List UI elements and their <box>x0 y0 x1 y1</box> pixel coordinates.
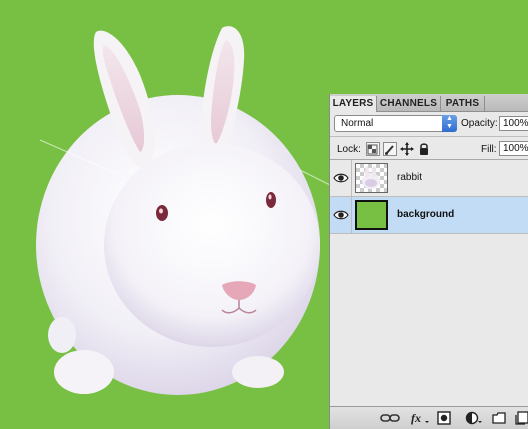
layers-panel: LAYERS CHANNELS PATHS Normal ▲ ▼ Opacity:… <box>329 94 528 429</box>
panel-tab-bar: LAYERS CHANNELS PATHS <box>330 94 528 112</box>
layer-style-fx-icon[interactable]: fx <box>410 411 430 425</box>
opacity-label: Opacity: <box>461 118 498 129</box>
dropdown-updown-arrows-icon: ▲ ▼ <box>442 115 457 132</box>
link-layers-icon[interactable] <box>380 411 400 425</box>
fill-label: Fill: <box>481 144 497 155</box>
new-group-icon[interactable] <box>492 411 506 425</box>
lock-label: Lock: <box>337 144 361 155</box>
adjustment-layer-icon[interactable] <box>465 411 483 425</box>
opacity-field[interactable]: 100% <box>499 116 528 131</box>
visibility-toggle[interactable] <box>330 197 352 233</box>
layers-panel-footer: fx <box>330 406 528 429</box>
rabbit-image <box>36 26 331 395</box>
svg-text:fx: fx <box>411 411 421 425</box>
layer-row-rabbit[interactable]: rabbit <box>330 160 528 197</box>
panel-divider <box>330 136 528 137</box>
lock-all-icon[interactable] <box>417 142 431 156</box>
lock-transparent-pixels-icon[interactable] <box>366 142 380 156</box>
layer-thumbnail-rabbit <box>355 163 388 193</box>
lock-image-pixels-icon[interactable] <box>383 142 397 156</box>
eye-icon <box>333 173 349 183</box>
eye-icon <box>333 210 349 220</box>
tab-layers[interactable]: LAYERS <box>330 96 377 112</box>
layer-thumbnail-background <box>355 200 388 230</box>
tab-channels[interactable]: CHANNELS <box>377 96 441 111</box>
layer-name-background: background <box>397 209 455 220</box>
new-layer-icon[interactable] <box>515 411 528 425</box>
blend-mode-value: Normal <box>341 118 374 129</box>
layer-name-rabbit: rabbit <box>397 172 423 183</box>
fill-field[interactable]: 100% <box>499 141 528 156</box>
lock-position-icon[interactable] <box>400 142 414 156</box>
layer-mask-icon[interactable] <box>437 411 451 425</box>
blend-mode-dropdown[interactable]: Normal ▲ ▼ <box>334 115 457 132</box>
visibility-toggle[interactable] <box>330 160 352 196</box>
layer-row-background[interactable]: background <box>330 197 528 234</box>
tab-paths[interactable]: PATHS <box>441 96 485 111</box>
